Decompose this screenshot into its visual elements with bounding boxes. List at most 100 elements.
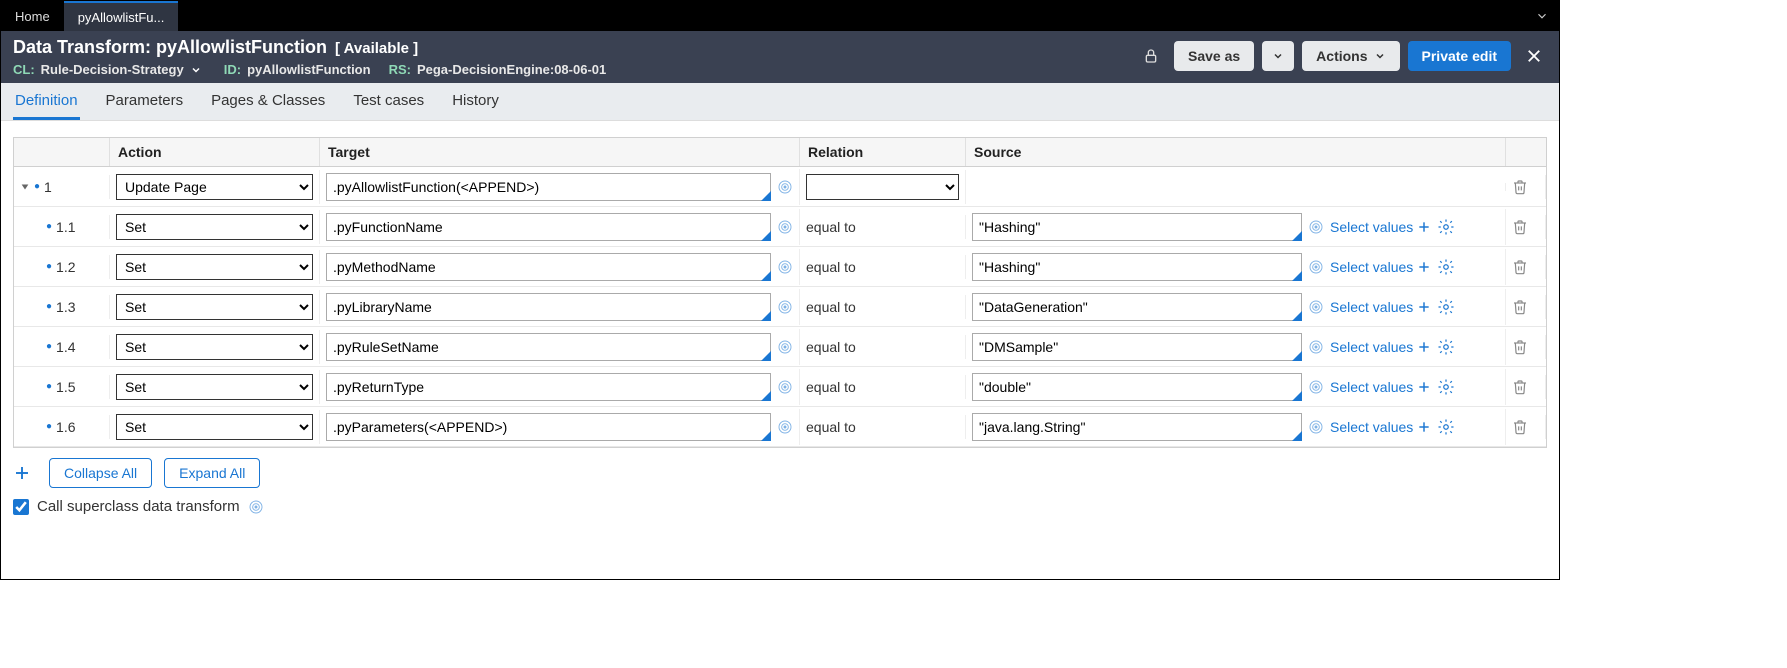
target-input[interactable] bbox=[326, 413, 771, 441]
source-input[interactable] bbox=[972, 293, 1302, 321]
step-cell[interactable]: ● 1.1 bbox=[14, 215, 110, 239]
step-number: 1.2 bbox=[56, 259, 75, 275]
target-input[interactable] bbox=[326, 293, 771, 321]
call-superclass-row[interactable]: Call superclass data transform bbox=[13, 498, 1547, 515]
action-select[interactable]: Update PageSetRemoveWhen bbox=[116, 334, 313, 360]
step-cell[interactable]: ● 1.5 bbox=[14, 375, 110, 399]
chevron-down-icon[interactable] bbox=[190, 64, 202, 76]
collapse-toggle-icon[interactable] bbox=[20, 182, 30, 192]
target-input[interactable] bbox=[326, 373, 771, 401]
tab-home[interactable]: Home bbox=[1, 1, 64, 31]
relation-text: equal to bbox=[806, 379, 856, 395]
step-cell[interactable]: ● 1.3 bbox=[14, 295, 110, 319]
relation-select[interactable] bbox=[806, 174, 959, 200]
source-input[interactable] bbox=[972, 413, 1302, 441]
source-cell: Select values bbox=[966, 249, 1506, 285]
header-actions: Save as Actions Private edit bbox=[1136, 41, 1549, 71]
action-select[interactable]: Update PageSetRemoveWhen bbox=[116, 254, 313, 280]
target-icon[interactable] bbox=[777, 219, 793, 235]
trash-icon bbox=[1512, 259, 1528, 275]
table-row: ● 1.1Update PageSetRemoveWhen equal to Sel… bbox=[14, 207, 1546, 247]
target-icon[interactable] bbox=[1308, 299, 1324, 315]
rule-header: Data Transform: pyAllowlistFunction [ Av… bbox=[1, 31, 1559, 83]
step-cell[interactable]: ● 1.6 bbox=[14, 415, 110, 439]
target-icon[interactable] bbox=[777, 339, 793, 355]
target-icon[interactable] bbox=[777, 379, 793, 395]
save-as-menu-button[interactable] bbox=[1262, 41, 1294, 71]
select-values-link[interactable]: Select values bbox=[1330, 339, 1431, 355]
target-icon[interactable] bbox=[1308, 379, 1324, 395]
private-edit-button[interactable]: Private edit bbox=[1408, 41, 1511, 71]
collapse-all-button[interactable]: Collapse All bbox=[49, 458, 152, 488]
source-input[interactable] bbox=[972, 213, 1302, 241]
delete-row-button[interactable] bbox=[1506, 215, 1546, 239]
add-step-button[interactable] bbox=[13, 464, 37, 482]
class-value[interactable]: Rule-Decision-Strategy bbox=[41, 62, 184, 77]
target-input[interactable] bbox=[326, 253, 771, 281]
select-values-link[interactable]: Select values bbox=[1330, 379, 1431, 395]
subtab-parameters[interactable]: Parameters bbox=[104, 83, 186, 120]
action-select[interactable]: Update PageSetRemoveWhen bbox=[116, 174, 313, 200]
close-button[interactable] bbox=[1519, 41, 1549, 71]
tab-current-rule[interactable]: pyAllowlistFu... bbox=[64, 1, 179, 31]
action-select[interactable]: Update PageSetRemoveWhen bbox=[116, 294, 313, 320]
step-cell[interactable]: ● 1.2 bbox=[14, 255, 110, 279]
source-input[interactable] bbox=[972, 333, 1302, 361]
relation-cell: equal to bbox=[800, 215, 966, 239]
delete-row-button[interactable] bbox=[1506, 415, 1546, 439]
select-values-link[interactable]: Select values bbox=[1330, 419, 1431, 435]
step-number: 1.6 bbox=[56, 419, 75, 435]
source-input[interactable] bbox=[972, 253, 1302, 281]
row-settings-button[interactable] bbox=[1437, 338, 1455, 356]
target-icon[interactable] bbox=[248, 499, 264, 515]
row-settings-button[interactable] bbox=[1437, 418, 1455, 436]
action-select[interactable]: Update PageSetRemoveWhen bbox=[116, 374, 313, 400]
step-cell[interactable]: ● 1.4 bbox=[14, 335, 110, 359]
row-settings-button[interactable] bbox=[1437, 378, 1455, 396]
step-cell[interactable]: ● 1 bbox=[14, 175, 110, 199]
subtab-pages-classes[interactable]: Pages & Classes bbox=[209, 83, 327, 120]
target-icon[interactable] bbox=[777, 179, 793, 195]
target-input[interactable] bbox=[326, 173, 771, 201]
gear-icon[interactable] bbox=[1437, 338, 1455, 356]
delete-row-button[interactable] bbox=[1506, 175, 1546, 199]
subtab-history[interactable]: History bbox=[450, 83, 501, 120]
select-values-link[interactable]: Select values bbox=[1330, 219, 1431, 235]
gear-icon[interactable] bbox=[1437, 258, 1455, 276]
subtab-definition[interactable]: Definition bbox=[13, 83, 80, 120]
target-input[interactable] bbox=[326, 333, 771, 361]
action-select[interactable]: Update PageSetRemoveWhen bbox=[116, 414, 313, 440]
target-icon[interactable] bbox=[777, 419, 793, 435]
gear-icon[interactable] bbox=[1437, 378, 1455, 396]
delete-row-button[interactable] bbox=[1506, 335, 1546, 359]
step-bullet-icon: ● bbox=[46, 341, 52, 352]
row-settings-button[interactable] bbox=[1437, 298, 1455, 316]
gear-icon[interactable] bbox=[1437, 298, 1455, 316]
select-values-link[interactable]: Select values bbox=[1330, 299, 1431, 315]
save-as-button[interactable]: Save as bbox=[1174, 41, 1254, 71]
expand-all-button[interactable]: Expand All bbox=[164, 458, 260, 488]
select-values-link[interactable]: Select values bbox=[1330, 259, 1431, 275]
gear-icon[interactable] bbox=[1437, 218, 1455, 236]
target-icon[interactable] bbox=[1308, 339, 1324, 355]
target-icon[interactable] bbox=[1308, 219, 1324, 235]
subtab-test-cases[interactable]: Test cases bbox=[351, 83, 426, 120]
actions-button[interactable]: Actions bbox=[1302, 41, 1399, 71]
target-icon[interactable] bbox=[777, 259, 793, 275]
action-cell: Update PageSetRemoveWhen bbox=[110, 170, 320, 204]
call-superclass-checkbox[interactable] bbox=[13, 499, 29, 515]
target-icon[interactable] bbox=[777, 299, 793, 315]
delete-row-button[interactable] bbox=[1506, 295, 1546, 319]
action-cell: Update PageSetRemoveWhen bbox=[110, 250, 320, 284]
gear-icon[interactable] bbox=[1437, 418, 1455, 436]
target-icon[interactable] bbox=[1308, 259, 1324, 275]
source-input[interactable] bbox=[972, 373, 1302, 401]
action-select[interactable]: Update PageSetRemoveWhen bbox=[116, 214, 313, 240]
row-settings-button[interactable] bbox=[1437, 258, 1455, 276]
delete-row-button[interactable] bbox=[1506, 255, 1546, 279]
target-icon[interactable] bbox=[1308, 419, 1324, 435]
expand-tabs-button[interactable] bbox=[1525, 1, 1559, 31]
delete-row-button[interactable] bbox=[1506, 375, 1546, 399]
target-input[interactable] bbox=[326, 213, 771, 241]
row-settings-button[interactable] bbox=[1437, 218, 1455, 236]
